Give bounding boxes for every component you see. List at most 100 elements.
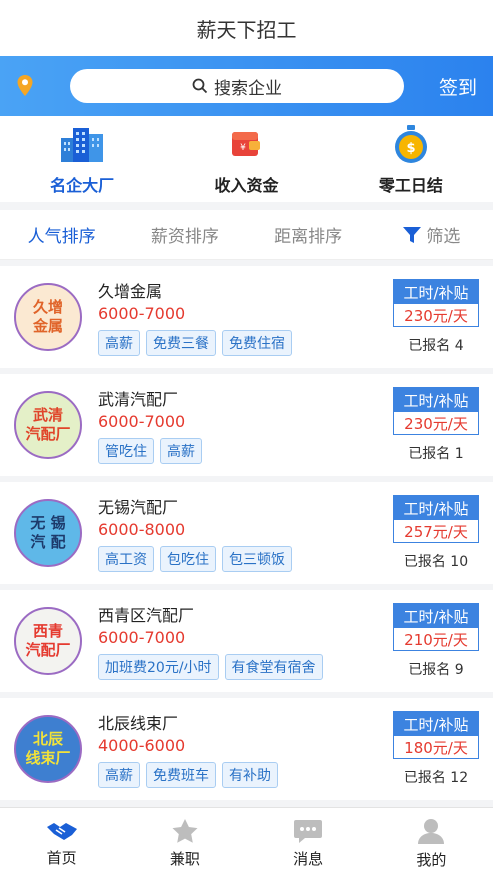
benefit-tag: 免费班车	[146, 762, 216, 788]
pay-badge: 工时/补贴 180元/天	[393, 711, 479, 759]
company-name: 久增金属	[98, 282, 163, 301]
benefit-tag: 高薪	[98, 330, 140, 356]
buildings-icon	[59, 122, 105, 166]
star-icon	[172, 819, 198, 843]
job-card[interactable]: 无 锡 汽 配无锡汽配厂 6000-8000 高工资 包吃住 包三顿饭 工时/补贴 257元…	[0, 482, 493, 584]
tab-messages[interactable]: 消息	[247, 808, 370, 879]
enrolled-count: 已报名 1	[408, 446, 464, 462]
pay-column: 工时/补贴 230元/天已报名 1	[393, 387, 479, 463]
category-label: 零工日结	[378, 176, 443, 195]
sort-distance-tab[interactable]: 距离排序	[247, 222, 370, 247]
tab-profile[interactable]: 我的	[370, 808, 493, 879]
sort-salary-tab[interactable]: 薪资排序	[123, 222, 246, 247]
benefit-tag: 管吃住	[98, 438, 154, 464]
daily-rate: 180元/天	[394, 736, 478, 758]
signin-button[interactable]: 签到	[439, 73, 477, 100]
filter-button[interactable]: 筛选	[370, 222, 493, 247]
location-pin-icon[interactable]	[14, 71, 36, 101]
search-icon	[192, 78, 208, 94]
benefit-tag: 有补助	[222, 762, 278, 788]
enrolled-count: 已报名 4	[408, 338, 464, 354]
pay-badge: 工时/补贴 230元/天	[393, 387, 479, 435]
enrolled-count: 已报名 12	[403, 770, 469, 786]
salary-range: 6000-7000	[98, 304, 186, 323]
wallet-icon: ¥	[229, 122, 263, 166]
tab-label: 消息	[293, 850, 324, 868]
company-logo: 无 锡 汽 配	[14, 499, 82, 567]
pay-badge-label: 工时/补贴	[394, 280, 478, 304]
tab-label: 我的	[416, 851, 447, 869]
company-name: 无锡汽配厂	[98, 498, 179, 517]
pay-column: 工时/补贴 210元/天已报名 9	[393, 603, 479, 679]
company-logo: 武清 汽配厂	[14, 391, 82, 459]
benefit-tag: 加班费20元/小时	[98, 654, 219, 680]
svg-text:$: $	[406, 141, 415, 156]
benefit-tag: 高工资	[98, 546, 154, 572]
job-info: 无锡汽配厂 6000-8000 高工资 包吃住 包三顿饭	[98, 494, 387, 572]
pay-badge-label: 工时/补贴	[394, 496, 478, 520]
search-input[interactable]: 搜索企业	[70, 69, 404, 103]
job-card[interactable]: 北辰 线束厂 北辰线束厂 4000-6000 高薪 免费班车 有补助 工时/补贴 180元/天…	[0, 698, 493, 800]
benefit-tags: 高工资 包吃住 包三顿饭	[98, 546, 387, 572]
benefit-tag: 包三顿饭	[222, 546, 292, 572]
pay-badge-label: 工时/补贴	[394, 604, 478, 628]
filter-label: 筛选	[426, 227, 461, 247]
pay-badge-label: 工时/补贴	[394, 388, 478, 412]
tab-label: 首页	[46, 849, 77, 867]
coin-stopwatch-icon: $	[392, 122, 430, 166]
pay-badge: 工时/补贴 230元/天	[393, 279, 479, 327]
benefit-tag: 免费三餐	[146, 330, 216, 356]
daily-rate: 230元/天	[394, 412, 478, 434]
daily-rate: 230元/天	[394, 304, 478, 326]
search-bar: 搜索企业 签到	[0, 56, 493, 116]
company-name: 西青区汽配厂	[98, 606, 195, 625]
job-info: 北辰线束厂 4000-6000 高薪 免费班车 有补助	[98, 710, 387, 788]
pay-badge: 工时/补贴 210元/天	[393, 603, 479, 651]
benefit-tag: 高薪	[160, 438, 202, 464]
pay-column: 工时/补贴 180元/天已报名 12	[393, 711, 479, 787]
handshake-icon	[46, 823, 77, 840]
company-logo: 西青 汽配厂	[14, 607, 82, 675]
category-income[interactable]: ¥ 收入资金	[164, 116, 328, 202]
job-card[interactable]: 久增 金属 久增金属 6000-7000 高薪 免费三餐 免费住宿 工时/补贴 230元/天已…	[0, 266, 493, 368]
job-info: 久增金属 6000-7000 高薪 免费三餐 免费住宿	[98, 278, 387, 356]
job-card[interactable]: 武清 汽配厂 武清汽配厂 6000-7000 管吃住 高薪 工时/补贴 230元/天 已报名 …	[0, 374, 493, 476]
category-daily-gig[interactable]: $ 零工日结	[329, 116, 493, 202]
benefit-tag: 高薪	[98, 762, 140, 788]
category-row: 名企大厂 ¥ 收入资金 $ 零工日结	[0, 116, 493, 202]
chat-icon	[294, 820, 323, 843]
job-info: 西青区汽配厂 6000-7000 加班费20元/小时 有食堂有宿舍	[98, 602, 387, 680]
benefit-tag: 有食堂有宿舍	[224, 654, 323, 680]
company-name: 北辰线束厂	[98, 714, 179, 733]
category-label: 收入资金	[214, 176, 279, 195]
benefit-tags: 管吃住 高薪	[98, 438, 387, 464]
salary-range: 6000-7000	[98, 628, 186, 647]
company-logo: 久增 金属	[14, 283, 82, 351]
daily-rate: 257元/天	[394, 520, 478, 542]
job-list: 久增 金属 久增金属 6000-7000 高薪 免费三餐 免费住宿 工时/补贴 230元/天已…	[0, 266, 493, 800]
pay-column: 工时/补贴 230元/天已报名 4	[393, 279, 479, 355]
category-famous-companies[interactable]: 名企大厂	[0, 116, 164, 202]
app-header: 薪天下招工	[0, 0, 493, 56]
salary-range: 4000-6000	[98, 736, 186, 755]
svg-text:¥: ¥	[241, 143, 247, 153]
benefit-tags: 高薪 免费班车 有补助	[98, 762, 387, 788]
pay-badge-label: 工时/补贴	[394, 712, 478, 736]
enrolled-count: 已报名 9	[408, 662, 464, 678]
job-card[interactable]: 西青 汽配厂 西青区汽配厂 6000-7000 加班费20元/小时 有食堂有宿舍 工时/补…	[0, 590, 493, 692]
benefit-tag: 免费住宿	[222, 330, 292, 356]
sort-bar: 人气排序 薪资排序 距离排序 筛选	[0, 210, 493, 260]
search-placeholder: 搜索企业	[214, 78, 282, 99]
category-label: 名企大厂	[50, 176, 115, 195]
funnel-icon	[403, 226, 422, 243]
tab-home[interactable]: 首页	[0, 808, 123, 879]
daily-rate: 210元/天	[394, 628, 478, 650]
sort-popularity-tab[interactable]: 人气排序	[0, 222, 123, 247]
page-title: 薪天下招工	[196, 17, 297, 42]
salary-range: 6000-8000	[98, 520, 186, 539]
job-info: 武清汽配厂 6000-7000 管吃住 高薪	[98, 386, 387, 464]
user-icon	[418, 819, 445, 844]
bottom-tab-bar: 首页 兼职 消息 我的	[0, 807, 493, 879]
salary-range: 6000-7000	[98, 412, 186, 431]
tab-part-time[interactable]: 兼职	[123, 808, 246, 879]
